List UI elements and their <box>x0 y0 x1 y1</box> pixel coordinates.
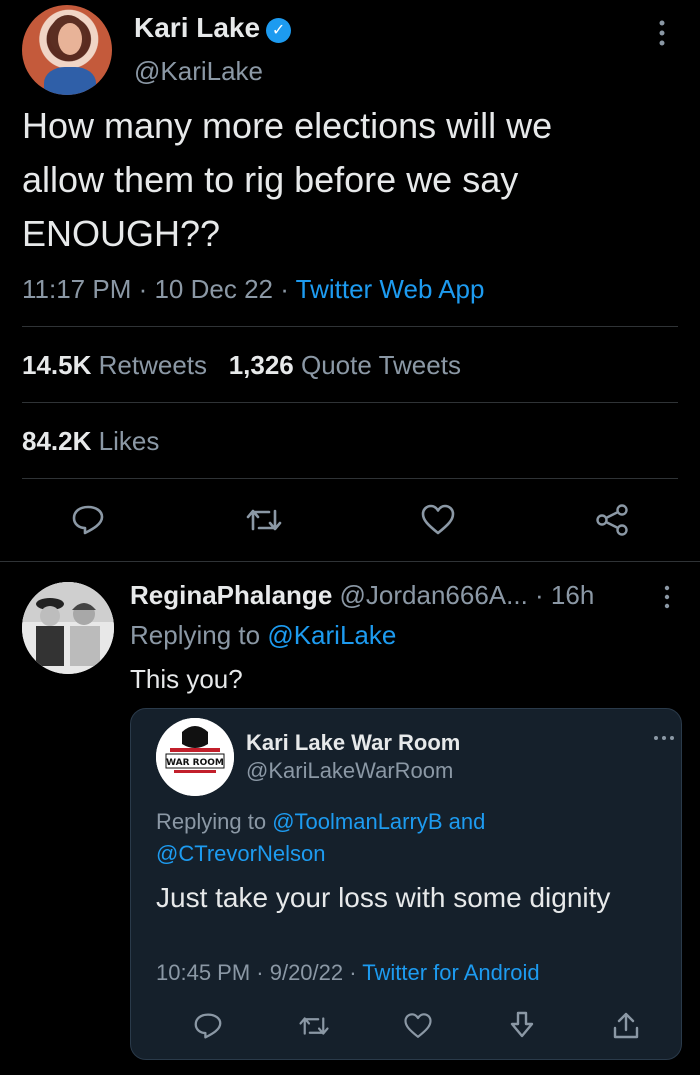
quoted-author-avatar[interactable]: WAR ROOM <box>156 718 234 796</box>
reply-text: This you? <box>130 664 243 694</box>
tweet-text-line-2: allow them to rig before we say <box>22 159 519 200</box>
likes-stats[interactable]: 84.2K Likes <box>22 426 159 457</box>
divider <box>22 402 678 403</box>
reply-replying-to: Replying to @KariLake <box>130 620 396 651</box>
quoted-author-handle[interactable]: @KariLakeWarRoom <box>246 758 453 784</box>
quoted-replying-link-2[interactable]: @CTrevorNelson <box>156 841 325 866</box>
reply-header: ReginaPhalange @Jordan666A... · 16h <box>130 580 594 611</box>
tweet-text: How many more elections will we allow th… <box>22 99 682 261</box>
author-name[interactable]: Kari Lake <box>134 12 260 43</box>
war-room-logo-text: WAR ROOM <box>166 758 224 768</box>
horizontal-dots-icon[interactable] <box>652 730 676 740</box>
reply-author-name[interactable]: ReginaPhalange <box>130 580 332 610</box>
reply-author-avatar[interactable] <box>22 582 114 674</box>
divider <box>22 326 678 327</box>
quoted-replying-and: and <box>448 809 486 834</box>
reply-time[interactable]: · 16h <box>535 580 594 610</box>
section-divider <box>0 561 700 562</box>
quoted-source[interactable]: Twitter for Android <box>362 960 539 985</box>
quoted-timestamp[interactable]: 10:45 PM · 9/20/22 · <box>156 960 357 985</box>
reply-icon[interactable] <box>68 502 108 538</box>
tweet-text-line-1: How many more elections will we <box>22 105 553 146</box>
tweet-timestamp[interactable]: 11:17 PM · 10 Dec 22 · <box>22 274 289 304</box>
quoted-retweet-icon[interactable] <box>296 1010 332 1042</box>
quoted-tweet-text: Just take your loss with some dignity <box>156 882 611 913</box>
retweets-count: 14.5K <box>22 350 92 380</box>
author-handle[interactable]: @KariLake <box>134 56 263 87</box>
divider <box>22 478 678 479</box>
verified-badge-icon: ✓ <box>266 18 292 43</box>
quoted-downvote-icon[interactable] <box>504 1008 540 1042</box>
quoted-like-icon[interactable] <box>400 1010 436 1042</box>
retweets-label: Retweets <box>98 350 208 380</box>
retweet-stats[interactable]: 14.5K Retweets 1,326 Quote Tweets <box>22 350 461 381</box>
tweet-source[interactable]: Twitter Web App <box>296 274 485 304</box>
likes-label: Likes <box>98 426 160 456</box>
author-avatar[interactable] <box>22 5 112 95</box>
vertical-dots-icon[interactable] <box>652 18 672 48</box>
quoted-tweet-meta: 10:45 PM · 9/20/22 · Twitter for Android <box>156 960 540 986</box>
replying-prefix: Replying to <box>130 620 261 650</box>
author-name-row[interactable]: Kari Lake ✓ <box>134 12 292 44</box>
quoted-share-upload-icon[interactable] <box>608 1008 644 1042</box>
likes-count: 84.2K <box>22 426 92 456</box>
quoted-replying-prefix: Replying to <box>156 809 267 834</box>
share-icon[interactable] <box>592 502 632 538</box>
retweet-icon[interactable] <box>244 502 284 538</box>
like-heart-icon[interactable] <box>418 502 458 538</box>
quoted-author-name[interactable]: Kari Lake War Room <box>246 730 460 756</box>
reply-more-icon[interactable] <box>660 584 674 610</box>
quotes-count: 1,326 <box>228 350 294 380</box>
quoted-reply-icon[interactable] <box>190 1010 226 1042</box>
replying-to-link[interactable]: @KariLake <box>267 620 396 650</box>
tweet-meta: 11:17 PM · 10 Dec 22 · Twitter Web App <box>22 274 484 305</box>
quoted-replying-link-1[interactable]: @ToolmanLarryB <box>272 809 442 834</box>
quoted-replying-to: Replying to @ToolmanLarryB and @CTrevorN… <box>156 806 485 870</box>
reply-author-handle[interactable]: @Jordan666A... <box>340 580 528 610</box>
tweet-text-line-3: ENOUGH?? <box>22 213 221 254</box>
quotes-label: Quote Tweets <box>301 350 461 380</box>
